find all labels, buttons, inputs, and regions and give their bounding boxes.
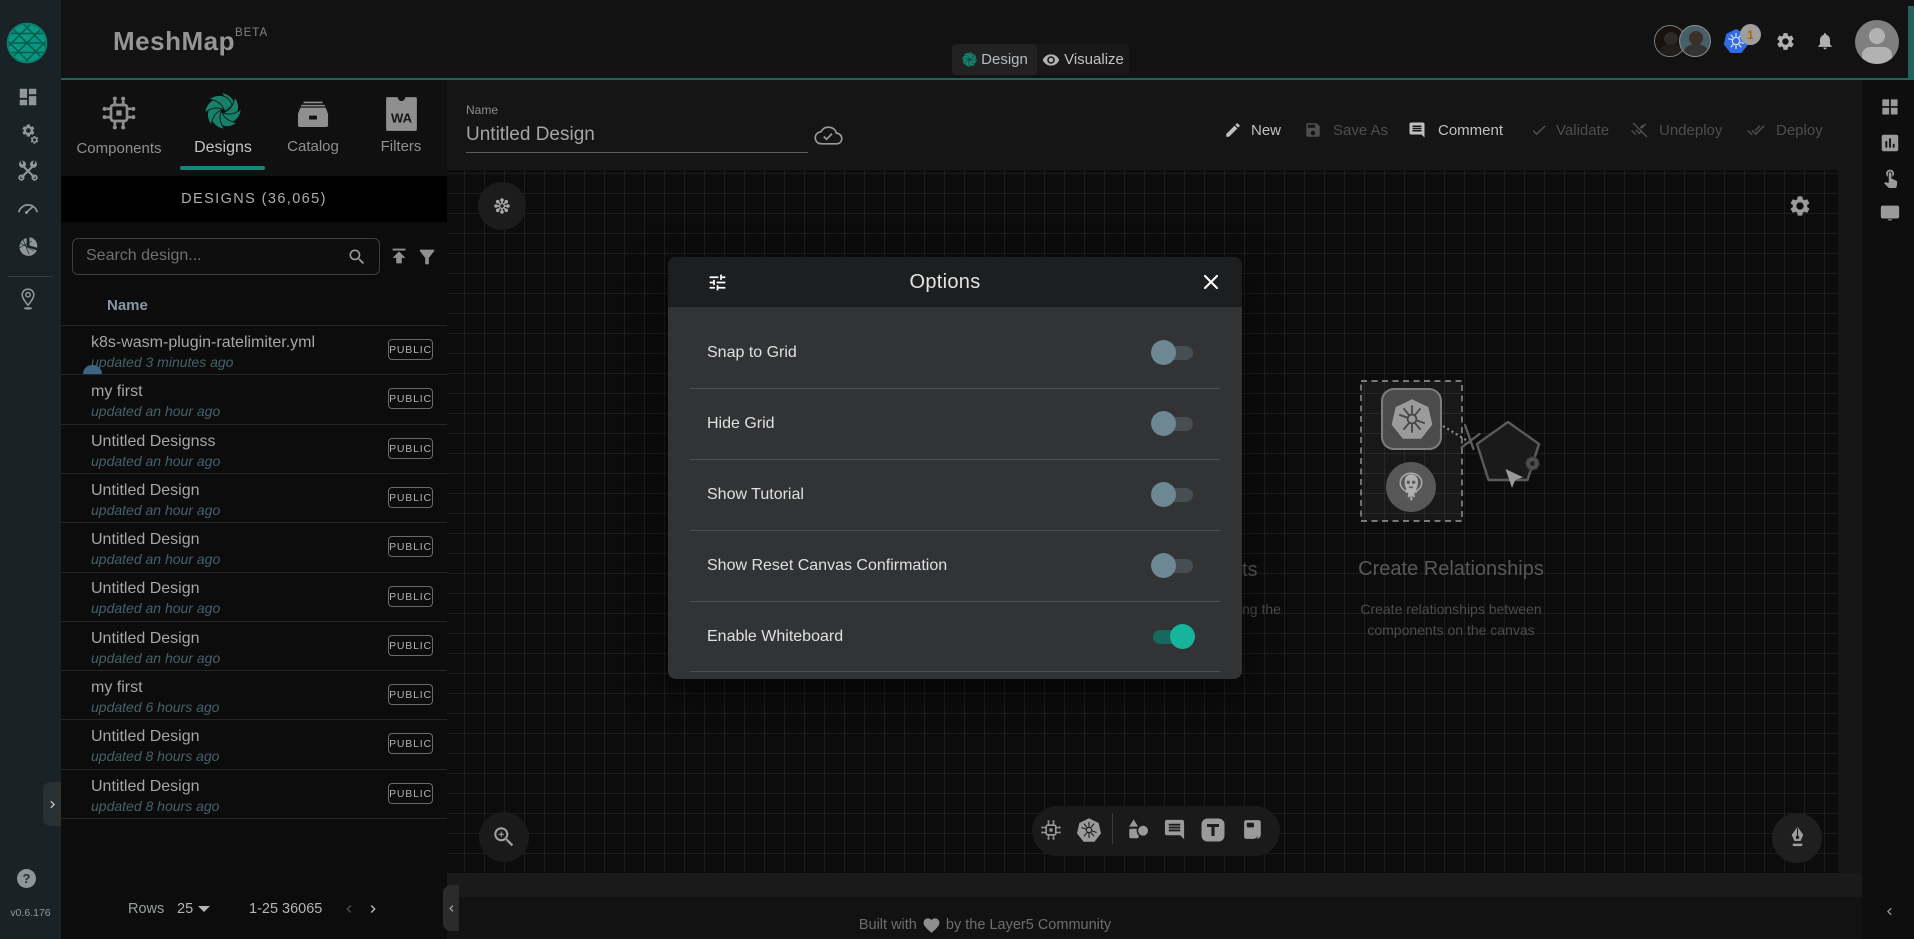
svg-text:WA: WA: [391, 110, 413, 125]
